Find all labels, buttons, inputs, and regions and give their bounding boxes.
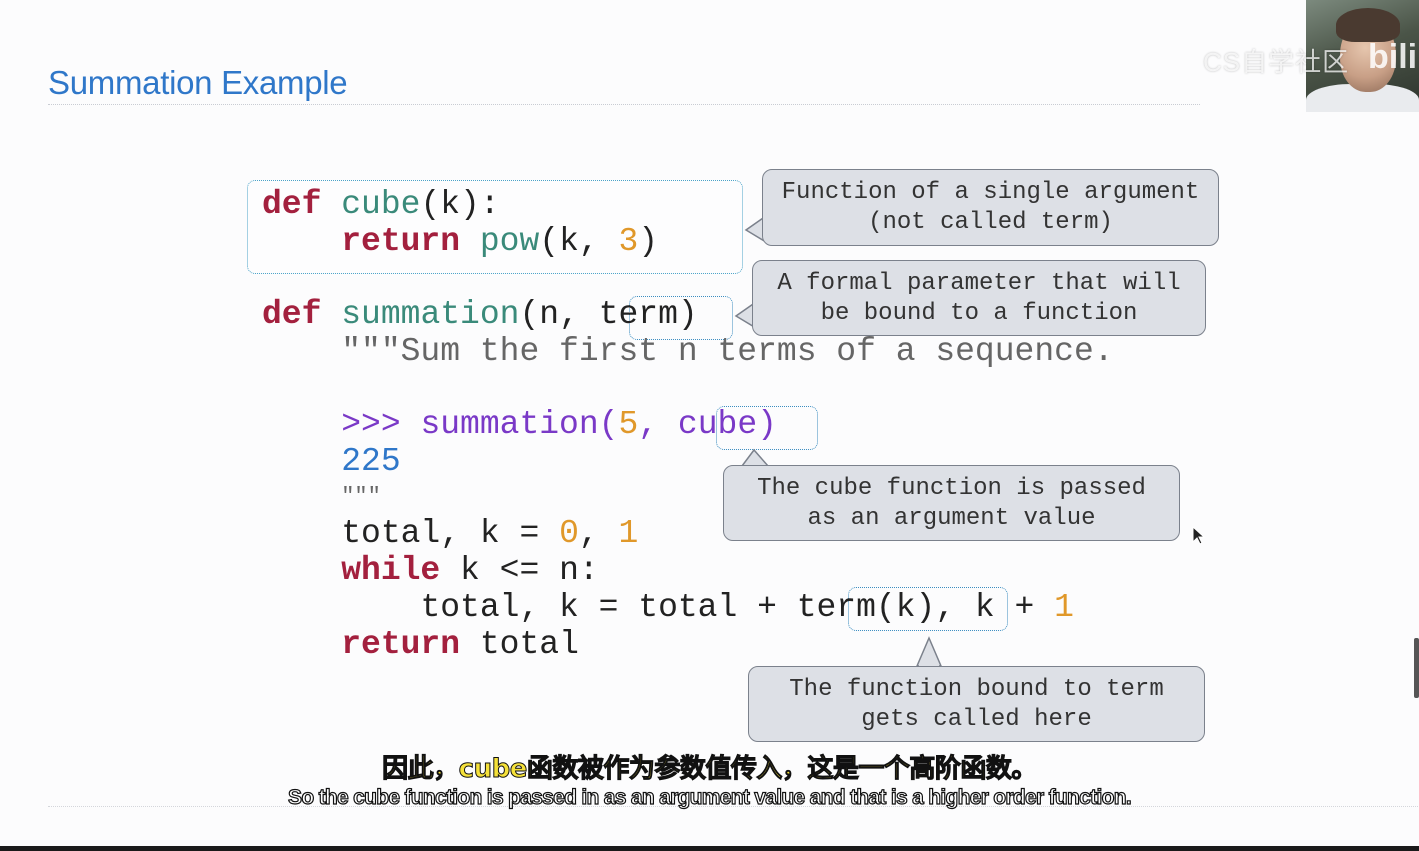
subtitle-chinese: 因此，cube函数被作为参数值传入，这是一个高阶函数。 (382, 754, 1038, 785)
code-while-line: while k <= n: (262, 552, 599, 589)
function-name-summation: summation (321, 296, 520, 333)
code-doctest-output: 225 (262, 443, 401, 480)
keyword-return: return (341, 626, 461, 663)
while-condition: k <= n: (440, 552, 599, 589)
callout-formal-parameter: A formal parameter that will be bound to… (752, 260, 1206, 336)
code-init-line: total, k = 0, 1 (262, 515, 638, 552)
mouse-cursor-icon (1192, 526, 1206, 545)
function-name-pow: pow (460, 223, 540, 260)
doctest-sep: , (638, 406, 678, 443)
update-expr: total, k = total + (420, 589, 797, 626)
title-divider (48, 104, 1200, 105)
init-sep: , (578, 515, 619, 552)
keyword-def: def (262, 186, 322, 223)
subtitle-english: So the cube function is passed in as an … (287, 785, 1132, 809)
function-name-cube: cube (321, 186, 421, 223)
update-sep: , k + (935, 589, 1055, 626)
init-vars: total, k = (341, 515, 560, 552)
lecture-slide: Summation Example def cube(k): return po… (0, 0, 1419, 851)
video-bottom-bar (0, 846, 1419, 851)
side-scroll-handle[interactable] (1414, 638, 1419, 698)
term-call: term(k) (796, 589, 936, 626)
code-cube-def: def cube(k): (262, 186, 500, 223)
keyword-while: while (341, 552, 441, 589)
doctest-number: 5 (618, 406, 639, 443)
doctest-prompt: >>> (341, 406, 421, 443)
summation-close: ) (677, 296, 698, 333)
callout-tail-called (915, 636, 943, 668)
number-1: 1 (1054, 589, 1074, 626)
pow-args: (k, (539, 223, 619, 260)
doctest-call: summation( (420, 406, 619, 443)
webcam-hair (1336, 8, 1400, 42)
code-docstring-end: """ (262, 478, 381, 515)
bilibili-logo-icon: bili (1368, 38, 1418, 76)
cube-params: (k): (420, 186, 500, 223)
slide-title: Summation Example (48, 64, 348, 101)
doctest-close: ) (757, 406, 777, 443)
code-doctest: >>> summation(5, cube) (262, 406, 777, 443)
code-update-line: total, k = total + term(k), k + 1 (262, 589, 1074, 626)
number-1: 1 (618, 515, 639, 552)
callout-called-here: The function bound to term gets called h… (748, 666, 1205, 742)
number-0: 0 (559, 515, 579, 552)
keyword-def: def (262, 296, 322, 333)
docstring-end: """ (341, 484, 381, 509)
number-3: 3 (618, 223, 639, 260)
code-summation-def: def summation(n, term) (262, 296, 698, 333)
keyword-return: return (341, 223, 461, 260)
doctest-arg-cube: cube (677, 406, 758, 443)
code-cube-return: return pow(k, 3) (262, 223, 658, 260)
term-param: term (598, 296, 678, 333)
callout-single-argument: Function of a single argument (not calle… (762, 169, 1219, 246)
pow-close: ) (638, 223, 659, 260)
code-return-line: return total (262, 626, 579, 663)
callout-passed-as-argument: The cube function is passed as an argume… (723, 465, 1180, 541)
doctest-output: 225 (341, 443, 401, 480)
docstring-text: """Sum the first n terms of a sequence. (341, 333, 1114, 370)
watermark-text: CS自学社区 (1203, 47, 1350, 77)
code-docstring: """Sum the first n terms of a sequence. (262, 333, 1114, 370)
return-value: total (460, 626, 579, 663)
summation-params: (n, (519, 296, 599, 333)
